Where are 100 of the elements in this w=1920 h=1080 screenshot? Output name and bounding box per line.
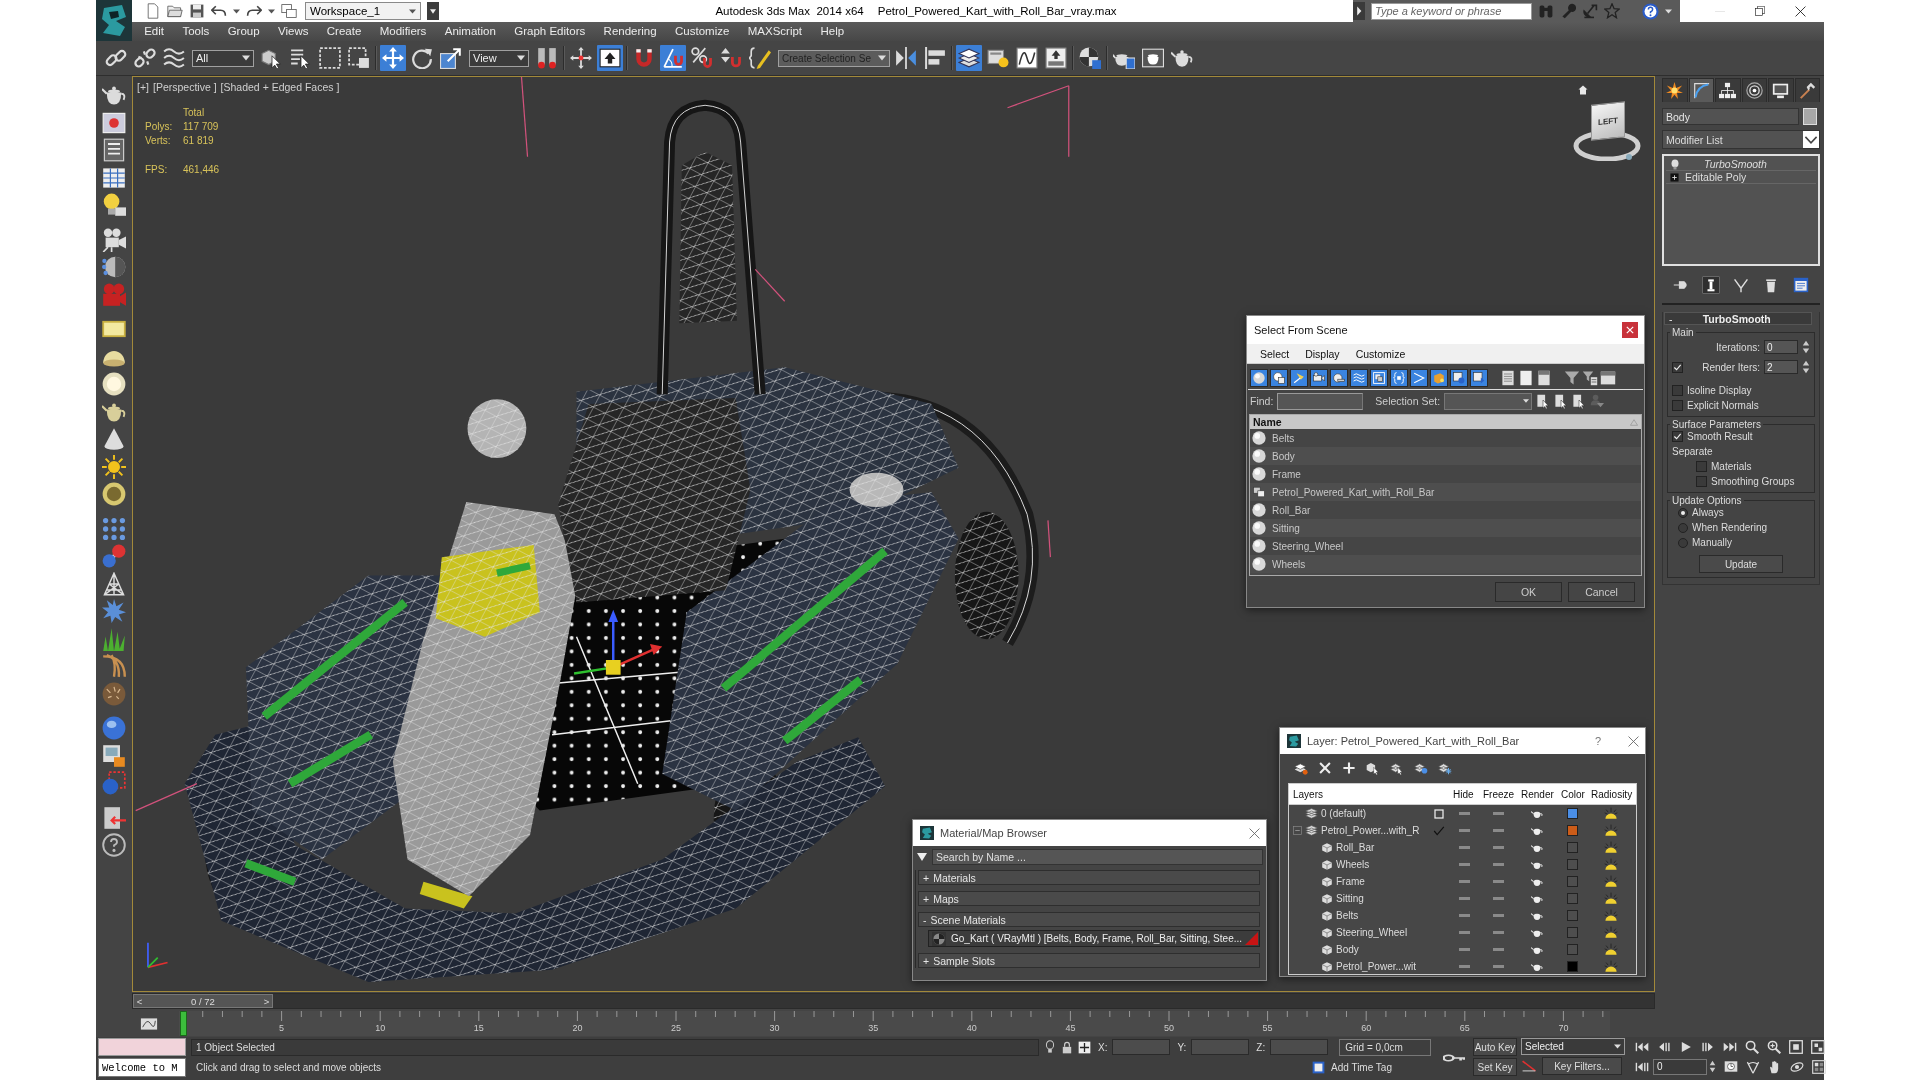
filter-toggle[interactable]	[1270, 368, 1288, 387]
listener-input-field[interactable]: Welcome to M	[98, 1058, 186, 1077]
play-icon[interactable]	[1679, 1039, 1693, 1054]
help-button[interactable]: ?	[1590, 735, 1606, 747]
menu-item[interactable]: Edit	[135, 22, 174, 41]
lamp-icon[interactable]	[1603, 858, 1618, 871]
panel-tab[interactable]	[1768, 78, 1794, 102]
dash-icon[interactable]	[1458, 812, 1470, 815]
caret-icon[interactable]	[427, 2, 439, 20]
layer-row[interactable]: Roll_Bar	[1289, 839, 1636, 856]
layer-row[interactable]: Frame	[1289, 873, 1636, 890]
zoom-extents-all-icon[interactable]	[1811, 1039, 1825, 1054]
layers-bulb-icon[interactable]	[1414, 761, 1428, 775]
list-row[interactable]: Petrol_Powered_Kart_with_Roll_Bar	[1250, 483, 1641, 501]
filter-toggle[interactable]	[1470, 368, 1488, 387]
material-entry[interactable]: Go_Kart ( VRayMtl ) [Belts, Body, Frame, Roll_Bar, Sitting, Stee...	[928, 930, 1260, 947]
filter-toggle[interactable]	[1350, 368, 1368, 387]
dash-icon[interactable]	[1458, 829, 1470, 832]
dialog-menu-item[interactable]: Select	[1260, 347, 1290, 360]
dash-icon[interactable]	[1492, 948, 1504, 951]
panel-tab[interactable]	[1688, 78, 1714, 102]
filter-toggle[interactable]	[1250, 368, 1268, 387]
dash-icon[interactable]	[1492, 829, 1504, 832]
cancel-button[interactable]: Cancel	[1568, 582, 1635, 602]
filter-toggle[interactable]	[1390, 368, 1408, 387]
teapot-icon[interactable]	[1531, 910, 1543, 921]
key-filters-button[interactable]: Key Filters...	[1542, 1057, 1622, 1075]
lamp-icon[interactable]	[1603, 841, 1618, 854]
teapot-icon[interactable]	[1531, 893, 1543, 904]
crosshair-icon[interactable]	[568, 45, 594, 71]
teapot-icon[interactable]	[1531, 944, 1543, 955]
layers-icon[interactable]	[956, 45, 982, 71]
undo-arrow-icon[interactable]	[211, 3, 227, 19]
close-button[interactable]	[1622, 322, 1638, 338]
layer-row[interactable]: Wheels	[1289, 856, 1636, 873]
list-row[interactable]: Roll_Bar	[1250, 501, 1641, 519]
filter-toggle[interactable]	[1370, 368, 1388, 387]
current-frame-marker[interactable]	[180, 1011, 187, 1036]
ok-button[interactable]: OK	[1495, 582, 1562, 602]
checker-sphere-icon[interactable]	[1077, 45, 1103, 71]
open-folder-icon[interactable]	[167, 3, 183, 19]
stack-item[interactable]: TurboSmooth	[1666, 158, 1816, 171]
menu-item[interactable]: Tools	[173, 22, 219, 41]
radio-button[interactable]	[1678, 522, 1688, 533]
up-arrow-box-icon[interactable]	[597, 45, 623, 71]
zoom-icon[interactable]	[1745, 1039, 1759, 1054]
page-cursor-icon[interactable]	[1536, 393, 1551, 409]
video-camera-icon[interactable]	[102, 227, 126, 252]
filter-toggle[interactable]	[1450, 368, 1468, 387]
coordinate-field[interactable]	[1191, 1039, 1250, 1055]
lamp-icon[interactable]	[1603, 892, 1618, 905]
dash-icon[interactable]	[1458, 914, 1470, 917]
dash-icon[interactable]	[1492, 812, 1504, 815]
filter-toggle[interactable]	[1330, 368, 1348, 387]
half-dark-sphere-icon[interactable]	[102, 255, 126, 279]
grass-icon[interactable]	[102, 626, 126, 651]
lamp-icon[interactable]	[1603, 960, 1618, 973]
curve-graph-icon[interactable]	[1014, 45, 1040, 71]
color-swatch[interactable]	[1566, 910, 1578, 921]
menu-item[interactable]: Customize	[665, 22, 739, 41]
new-layer-icon[interactable]	[1294, 761, 1308, 775]
dashed-rectangle-square-icon[interactable]	[346, 45, 372, 71]
help-icon[interactable]	[102, 833, 126, 857]
list-row[interactable]: Wheels	[1250, 555, 1641, 573]
funnel-icon[interactable]	[1564, 369, 1580, 386]
search-field[interactable]: Type a keyword or phrase	[1371, 2, 1532, 20]
layer-row[interactable]: Petrol_Power...with_R	[1289, 822, 1636, 839]
auto-key-button[interactable]: Auto Key	[1473, 1038, 1517, 1056]
orbit-icon[interactable]	[1790, 1059, 1804, 1074]
spinner-field[interactable]: 0	[1764, 340, 1798, 354]
column-header[interactable]: Name	[1250, 415, 1641, 429]
curve-window-icon[interactable]	[140, 1015, 158, 1032]
teapot-icon[interactable]	[1531, 859, 1543, 870]
window-list-icon[interactable]	[1792, 276, 1810, 294]
dashed-rectangle-icon[interactable]	[317, 45, 343, 71]
column-header[interactable]: Radiosity	[1587, 784, 1634, 804]
lamp-icon[interactable]	[1603, 909, 1618, 922]
set-key-button[interactable]: Set Key	[1473, 1058, 1517, 1076]
dash-icon[interactable]	[1492, 965, 1504, 968]
section-header[interactable]: + Sample Slots	[918, 953, 1260, 968]
previous-frame-button[interactable]: <	[134, 995, 145, 1007]
dash-icon[interactable]	[1492, 863, 1504, 866]
sphere-icon[interactable]	[102, 372, 126, 396]
help-icon[interactable]	[1642, 2, 1659, 20]
cube-cursor-icon[interactable]	[1366, 761, 1380, 775]
layer-row[interactable]: Belts	[1289, 907, 1636, 924]
teapot-icon[interactable]	[1531, 927, 1543, 938]
key-filter-icon[interactable]	[1521, 1059, 1537, 1073]
app-logo-icon[interactable]	[96, 0, 132, 41]
dash-icon[interactable]	[1492, 880, 1504, 883]
zoom-plus-icon[interactable]	[1767, 1039, 1781, 1054]
coordinate-system-dropdown[interactable]: View	[469, 49, 529, 67]
move-arrows-icon[interactable]	[380, 45, 406, 71]
update-button[interactable]: Update	[1699, 555, 1783, 573]
picture-chart-icon[interactable]	[102, 743, 126, 768]
color-swatch[interactable]	[1566, 859, 1578, 870]
square-icon[interactable]	[1434, 808, 1444, 819]
close-button[interactable]	[1249, 827, 1260, 839]
wave-lines-icon[interactable]	[161, 45, 187, 71]
filter-toggle[interactable]	[1310, 368, 1328, 387]
